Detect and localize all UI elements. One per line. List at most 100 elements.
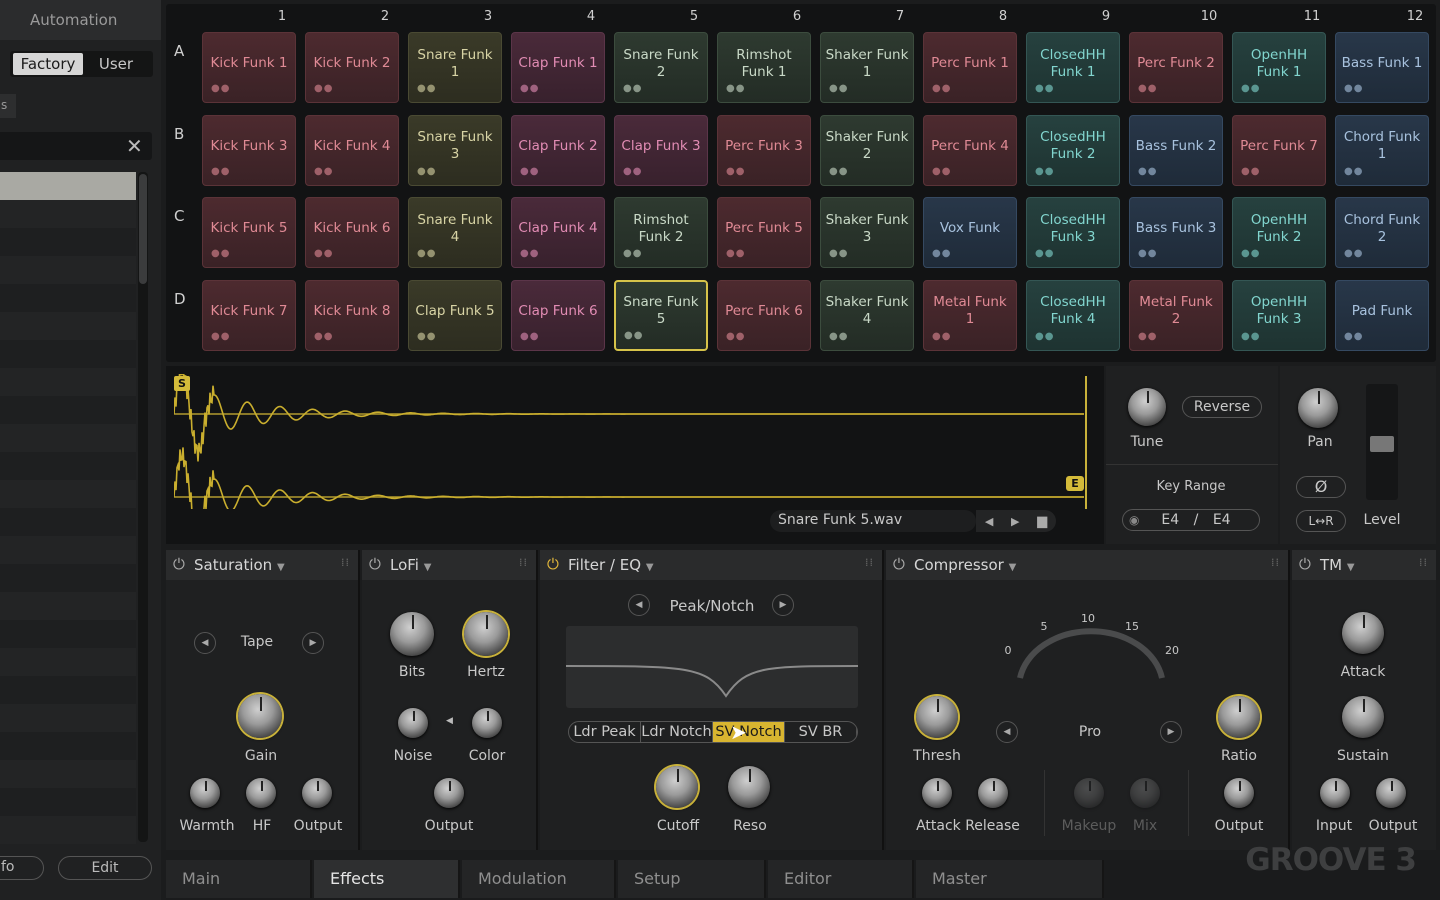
info-button[interactable]: fo [0,856,44,880]
drum-pad[interactable]: Perc Funk 4 ●● [923,114,1017,186]
swap-lr-button[interactable]: L↔R [1296,510,1346,532]
drum-pad[interactable]: OpenHH Funk 3 ●● [1232,279,1326,351]
drum-pad[interactable]: Shaker Funk 3 ●● [820,197,914,268]
filter-header[interactable]: ⏻ Filter / EQ ▼ ⁞⁞ [540,550,882,580]
end-marker[interactable]: E [1066,476,1084,491]
start-marker[interactable]: S [174,376,190,391]
power-icon[interactable]: ⏻ [173,555,185,573]
list-item[interactable] [0,172,136,200]
tm-output-knob[interactable] [1376,778,1406,808]
warmth-knob[interactable] [190,778,220,808]
list-item[interactable] [0,284,136,312]
mix-knob[interactable] [1130,778,1160,808]
drum-pad[interactable]: ClosedHH Funk 4 ●● [1026,279,1120,351]
list-item[interactable] [0,480,136,508]
power-icon[interactable]: ⏻ [547,555,559,573]
drag-handle-icon[interactable]: ⁞⁞ [1271,556,1280,569]
drum-pad[interactable]: Bass Funk 3 ●● [1129,197,1223,268]
drag-handle-icon[interactable]: ⁞⁞ [865,556,874,569]
drum-pad[interactable]: Kick Funk 2 ●● [305,32,399,103]
tm-header[interactable]: ⏻ TM ▼ ⁞⁞ [1292,550,1436,580]
thresh-knob[interactable] [916,696,958,738]
list-item[interactable] [0,228,136,256]
list-item[interactable] [0,340,136,368]
drum-pad[interactable]: Vox Funk ●● [923,197,1017,268]
level-fader-handle[interactable] [1370,436,1394,452]
drum-pad[interactable]: Snare Funk 3 ●● [408,114,502,186]
power-icon[interactable]: ⏻ [1299,555,1311,573]
list-item[interactable] [0,788,136,816]
drum-pad[interactable]: Metal Funk 2 ●● [1129,279,1223,351]
drum-pad[interactable]: Clap Funk 3 ●● [614,114,708,186]
list-item[interactable] [0,732,136,760]
list-item[interactable] [0,508,136,536]
drum-pad[interactable]: Kick Funk 1 ●● [202,32,296,103]
tab-main[interactable]: Main [166,860,312,898]
list-item[interactable] [0,424,136,452]
drum-pad[interactable]: Perc Funk 3 ●● [717,114,811,186]
drum-pad[interactable]: Kick Funk 8 ●● [305,279,399,351]
power-icon[interactable]: ⏻ [893,555,905,573]
sample-file-name[interactable]: Snare Funk 5.wav [770,510,976,532]
sustain-knob[interactable] [1342,696,1384,738]
drum-pad[interactable]: OpenHH Funk 1 ●● [1232,32,1326,103]
chevron-down-icon[interactable]: ▼ [277,562,285,573]
saturation-header[interactable]: ⏻ Saturation ▼ ⁞⁞ [166,550,358,580]
drum-pad[interactable]: Clap Funk 6 ●● [511,279,605,351]
key-high-value[interactable]: E4 [1213,512,1231,528]
drum-pad[interactable]: Perc Funk 6 ●● [717,279,811,351]
drum-pad[interactable]: Perc Funk 2 ●● [1129,32,1223,103]
tune-knob[interactable] [1128,388,1166,426]
drum-pad[interactable]: Kick Funk 7 ●● [202,279,296,351]
drum-pad[interactable]: Kick Funk 5 ●● [202,197,296,268]
ratio-knob[interactable] [1218,696,1260,738]
drum-pad[interactable]: Clap Funk 2 ●● [511,114,605,186]
key-low-value[interactable]: E4 [1161,512,1179,528]
next-comp-mode-button[interactable]: ▶ [1160,721,1182,743]
prev-sample-button[interactable]: ◀ [985,515,993,528]
drum-pad[interactable]: Perc Funk 7 ●● [1232,114,1326,186]
automation-header[interactable]: Automation [0,0,161,40]
prev-comp-mode-button[interactable]: ◀ [996,721,1018,743]
filter-label[interactable]: s [0,94,16,118]
filter-type-option[interactable]: Ldr Peak [569,722,641,742]
reverse-button[interactable]: Reverse [1182,396,1262,418]
hf-knob[interactable] [246,778,276,808]
list-item[interactable] [0,648,136,676]
power-icon[interactable]: ⏻ [369,555,381,573]
drum-pad[interactable]: Bass Funk 1 ●● [1335,32,1429,103]
list-item[interactable] [0,200,136,228]
drum-pad[interactable]: Chord Funk 1 ●● [1335,114,1429,186]
bits-knob[interactable] [390,612,434,656]
prev-mode-button[interactable]: ◀ [194,632,216,654]
drum-pad[interactable]: Snare Funk 4 ●● [408,197,502,268]
key-range-field[interactable]: ◉ E4 / E4 [1122,509,1260,531]
list-item[interactable] [0,704,136,732]
chevron-down-icon[interactable]: ▼ [1347,562,1355,573]
drum-pad[interactable]: Rimshot Funk 1 ●● [717,32,811,103]
chevron-down-icon[interactable]: ▼ [1009,562,1017,573]
factory-tab-button[interactable]: Factory [13,53,83,75]
drum-pad[interactable]: Snare Funk 5 ●● [614,279,708,351]
folder-icon[interactable]: ▆ [1037,514,1047,529]
drum-pad[interactable]: Snare Funk 2 ●● [614,32,708,103]
drum-pad[interactable]: ClosedHH Funk 1 ●● [1026,32,1120,103]
chevron-down-icon[interactable]: ▼ [646,562,654,573]
user-tab-button[interactable]: User [88,53,144,75]
cutoff-knob[interactable] [656,766,698,808]
list-item[interactable] [0,564,136,592]
filter-type-option[interactable]: SV BR [785,722,857,742]
drum-pad[interactable]: Kick Funk 4 ●● [305,114,399,186]
edit-button[interactable]: Edit [58,856,152,880]
list-scrollbar[interactable] [138,172,148,842]
saturation-output-knob[interactable] [302,778,332,808]
filter-type-option[interactable]: SV Notch [713,722,785,742]
drum-pad[interactable]: Shaker Funk 2 ●● [820,114,914,186]
list-item[interactable] [0,312,136,340]
chevron-down-icon[interactable]: ▼ [424,562,432,573]
drum-pad[interactable]: Clap Funk 1 ●● [511,32,605,103]
drum-pad[interactable]: Shaker Funk 4 ●● [820,279,914,351]
drum-pad[interactable]: Perc Funk 5 ●● [717,197,811,268]
drum-pad[interactable]: ClosedHH Funk 2 ●● [1026,114,1120,186]
list-item[interactable] [0,396,136,424]
